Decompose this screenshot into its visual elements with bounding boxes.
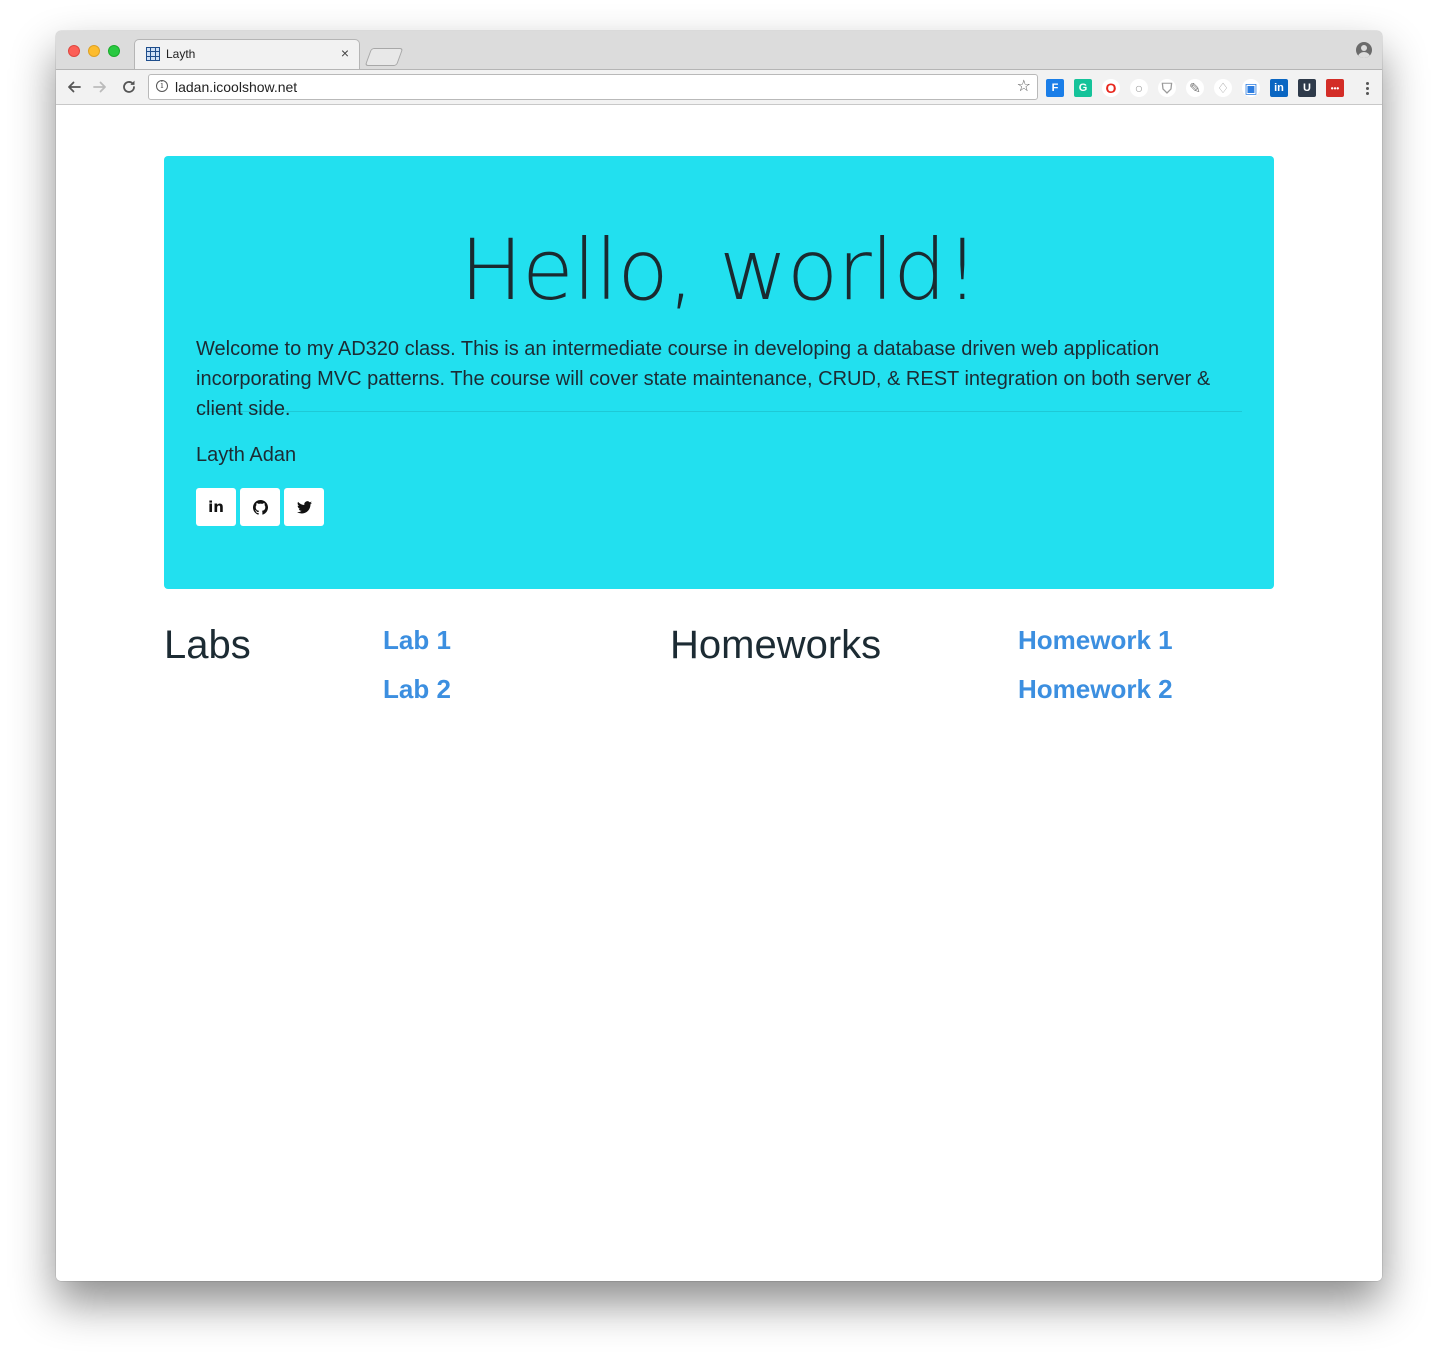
grammarly-icon[interactable]: G [1074,79,1092,97]
url-text[interactable]: ladan.icoolshow.net [175,79,297,95]
grid-favicon-icon [146,47,160,61]
tag-extension-icon[interactable]: ▣ [1242,79,1260,97]
twitter-button[interactable] [284,488,324,526]
page-title: Hello, world! [459,221,979,319]
linkedin-extension-icon[interactable]: in [1270,79,1288,97]
browser-toolbar: i ladan.icoolshow.net ☆ F G O ○ ⛉ ✎ ♢ ▣ in U ••• [56,69,1382,105]
author-name: Layth Adan [196,444,297,466]
arrow-right-icon [93,81,106,93]
new-tab-button[interactable] [364,48,404,66]
pen-extension-icon[interactable]: ✎ [1186,79,1204,97]
labs-heading: Labs [164,623,251,667]
reload-button[interactable] [119,77,139,97]
tab-title: Layth [166,47,196,61]
lastpass-extension-icon[interactable]: ••• [1326,79,1344,97]
divider [196,411,1242,412]
homework-1-link[interactable]: Homework 1 [1018,624,1173,656]
forward-button[interactable] [90,77,110,97]
social-links: in [196,488,324,526]
page-viewport: Hello, world! Welcome to my AD320 class.… [56,105,1382,1281]
twitter-icon [296,500,312,513]
back-button[interactable] [64,77,84,97]
profile-icon[interactable] [1356,42,1372,58]
shield-extension-icon[interactable]: ⛉ [1158,79,1176,97]
info-icon[interactable]: i [156,80,168,92]
close-window-button[interactable] [68,45,80,57]
maximize-window-button[interactable] [108,45,120,57]
jumbotron: Hello, world! Welcome to my AD320 class.… [164,156,1274,589]
opera-icon[interactable]: O [1102,79,1120,97]
arrow-left-icon [68,81,81,93]
pocket-extension-icon[interactable]: U [1298,79,1316,97]
github-button[interactable] [240,488,280,526]
reload-icon [123,80,135,93]
linkedin-icon: in [208,498,224,516]
homeworks-heading: Homeworks [670,623,882,667]
github-icon [252,499,268,515]
tab-close-icon[interactable]: × [337,44,353,62]
circle-extension-icon[interactable]: ○ [1130,79,1148,97]
minimize-window-button[interactable] [88,45,100,57]
browser-menu-icon[interactable] [1364,79,1370,97]
f-extension-icon[interactable]: F [1046,79,1064,97]
linkedin-button[interactable]: in [196,488,236,526]
lab-2-link[interactable]: Lab 2 [383,673,451,705]
homework-2-link[interactable]: Homework 2 [1018,673,1173,705]
lab-1-link[interactable]: Lab 1 [383,624,451,656]
address-bar[interactable]: i ladan.icoolshow.net ☆ [148,74,1038,100]
title-bar: Layth × [56,31,1382,69]
gem-extension-icon[interactable]: ♢ [1214,79,1232,97]
browser-window: Layth × i ladan.icoolshow.net ☆ F G O ○ … [56,31,1382,1281]
tab-layth[interactable]: Layth × [134,39,360,69]
bookmark-star-icon[interactable]: ☆ [1017,78,1031,96]
extensions-bar: F G O ○ ⛉ ✎ ♢ ▣ in U ••• [1046,79,1344,97]
